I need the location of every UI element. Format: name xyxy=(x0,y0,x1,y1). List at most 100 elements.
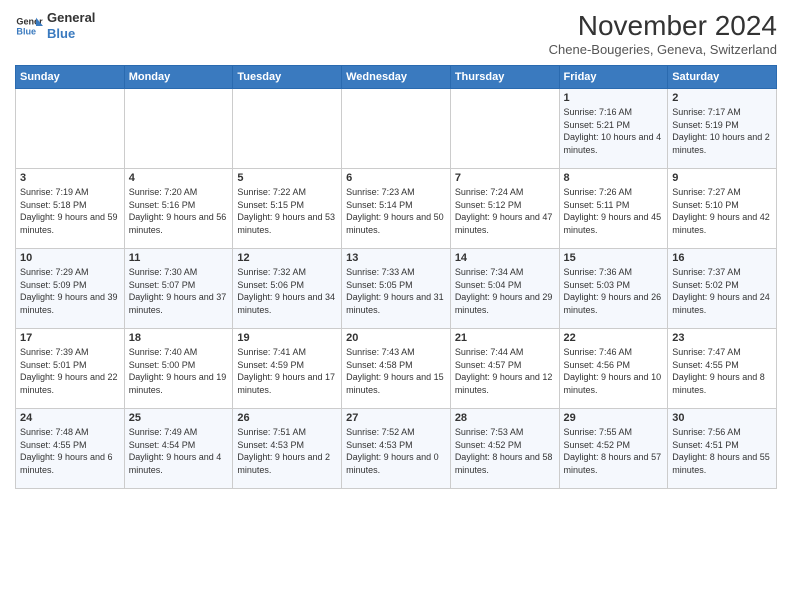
day-info: Sunrise: 7:27 AM Sunset: 5:10 PM Dayligh… xyxy=(672,186,772,236)
day-number: 15 xyxy=(564,252,664,264)
calendar-cell: 23 Sunrise: 7:47 AM Sunset: 4:55 PM Dayli… xyxy=(668,329,777,409)
calendar-cell: 17 Sunrise: 7:39 AM Sunset: 5:01 PM Dayli… xyxy=(16,329,125,409)
day-number: 9 xyxy=(672,172,772,184)
day-info: Sunrise: 7:55 AM Sunset: 4:52 PM Dayligh… xyxy=(564,426,664,476)
calendar-body: 1 Sunrise: 7:16 AM Sunset: 5:21 PM Daylig… xyxy=(16,89,777,489)
day-number: 25 xyxy=(129,412,229,424)
day-info: Sunrise: 7:46 AM Sunset: 4:56 PM Dayligh… xyxy=(564,346,664,396)
day-number: 6 xyxy=(346,172,446,184)
day-info: Sunrise: 7:49 AM Sunset: 4:54 PM Dayligh… xyxy=(129,426,229,476)
calendar-cell xyxy=(16,89,125,169)
calendar-cell: 10Sunrise: 7:29 AM Sunset: 5:09 PM Dayli… xyxy=(16,249,125,329)
th-thursday: Thursday xyxy=(450,66,559,89)
day-info: Sunrise: 7:34 AM Sunset: 5:04 PM Dayligh… xyxy=(455,266,555,316)
day-number: 4 xyxy=(129,172,229,184)
header: General Blue General Blue November 2024 … xyxy=(15,10,777,57)
month-title: November 2024 xyxy=(549,10,777,42)
day-number: 16 xyxy=(672,252,772,264)
day-number: 18 xyxy=(129,332,229,344)
day-number: 29 xyxy=(564,412,664,424)
calendar-cell: 19Sunrise: 7:41 AM Sunset: 4:59 PM Dayli… xyxy=(233,329,342,409)
logo-icon: General Blue xyxy=(15,12,43,40)
day-number: 11 xyxy=(129,252,229,264)
calendar-cell: 12 Sunrise: 7:32 AM Sunset: 5:06 PM Dayli… xyxy=(233,249,342,329)
calendar-cell: 1 Sunrise: 7:16 AM Sunset: 5:21 PM Daylig… xyxy=(559,89,668,169)
day-info: Sunrise: 7:20 AM Sunset: 5:16 PM Dayligh… xyxy=(129,186,229,236)
day-number: 30 xyxy=(672,412,772,424)
calendar-cell xyxy=(233,89,342,169)
day-info: Sunrise: 7:32 AM Sunset: 5:06 PM Dayligh… xyxy=(237,266,337,316)
logo-text: General Blue xyxy=(47,10,95,41)
calendar-week-3: 17 Sunrise: 7:39 AM Sunset: 5:01 PM Dayli… xyxy=(16,329,777,409)
calendar-cell xyxy=(342,89,451,169)
page: General Blue General Blue November 2024 … xyxy=(0,0,792,499)
day-info: Sunrise: 7:43 AM Sunset: 4:58 PM Dayligh… xyxy=(346,346,446,396)
day-number: 7 xyxy=(455,172,555,184)
location: Chene-Bougeries, Geneva, Switzerland xyxy=(549,42,777,57)
calendar-cell: 25 Sunrise: 7:49 AM Sunset: 4:54 PM Dayli… xyxy=(124,409,233,489)
day-info: Sunrise: 7:24 AM Sunset: 5:12 PM Dayligh… xyxy=(455,186,555,236)
calendar-cell: 15Sunrise: 7:36 AM Sunset: 5:03 PM Dayli… xyxy=(559,249,668,329)
calendar-week-1: 3 Sunrise: 7:19 AM Sunset: 5:18 PM Daylig… xyxy=(16,169,777,249)
calendar-cell: 28Sunrise: 7:53 AM Sunset: 4:52 PM Dayli… xyxy=(450,409,559,489)
calendar-cell: 13 Sunrise: 7:33 AM Sunset: 5:05 PM Dayli… xyxy=(342,249,451,329)
day-number: 22 xyxy=(564,332,664,344)
th-friday: Friday xyxy=(559,66,668,89)
day-number: 17 xyxy=(20,332,120,344)
th-wednesday: Wednesday xyxy=(342,66,451,89)
day-info: Sunrise: 7:16 AM Sunset: 5:21 PM Dayligh… xyxy=(564,106,664,156)
calendar-cell: 22 Sunrise: 7:46 AM Sunset: 4:56 PM Dayli… xyxy=(559,329,668,409)
th-monday: Monday xyxy=(124,66,233,89)
th-saturday: Saturday xyxy=(668,66,777,89)
day-info: Sunrise: 7:51 AM Sunset: 4:53 PM Dayligh… xyxy=(237,426,337,476)
day-info: Sunrise: 7:19 AM Sunset: 5:18 PM Dayligh… xyxy=(20,186,120,236)
calendar-cell: 29 Sunrise: 7:55 AM Sunset: 4:52 PM Dayli… xyxy=(559,409,668,489)
calendar-cell: 21Sunrise: 7:44 AM Sunset: 4:57 PM Dayli… xyxy=(450,329,559,409)
day-number: 27 xyxy=(346,412,446,424)
day-info: Sunrise: 7:39 AM Sunset: 5:01 PM Dayligh… xyxy=(20,346,120,396)
day-number: 5 xyxy=(237,172,337,184)
day-number: 1 xyxy=(564,92,664,104)
day-number: 23 xyxy=(672,332,772,344)
calendar-cell: 9 Sunrise: 7:27 AM Sunset: 5:10 PM Daylig… xyxy=(668,169,777,249)
calendar-cell: 2Sunrise: 7:17 AM Sunset: 5:19 PM Daylig… xyxy=(668,89,777,169)
calendar-cell: 27 Sunrise: 7:52 AM Sunset: 4:53 PM Dayli… xyxy=(342,409,451,489)
calendar-cell: 11 Sunrise: 7:30 AM Sunset: 5:07 PM Dayli… xyxy=(124,249,233,329)
day-info: Sunrise: 7:44 AM Sunset: 4:57 PM Dayligh… xyxy=(455,346,555,396)
calendar-week-4: 24Sunrise: 7:48 AM Sunset: 4:55 PM Dayli… xyxy=(16,409,777,489)
calendar-header: Sunday Monday Tuesday Wednesday Thursday… xyxy=(16,66,777,89)
logo-line1: General xyxy=(47,10,95,26)
day-info: Sunrise: 7:52 AM Sunset: 4:53 PM Dayligh… xyxy=(346,426,446,476)
calendar-cell: 26 Sunrise: 7:51 AM Sunset: 4:53 PM Dayli… xyxy=(233,409,342,489)
calendar-cell: 20Sunrise: 7:43 AM Sunset: 4:58 PM Dayli… xyxy=(342,329,451,409)
day-info: Sunrise: 7:33 AM Sunset: 5:05 PM Dayligh… xyxy=(346,266,446,316)
calendar-cell: 5Sunrise: 7:22 AM Sunset: 5:15 PM Daylig… xyxy=(233,169,342,249)
day-info: Sunrise: 7:17 AM Sunset: 5:19 PM Dayligh… xyxy=(672,106,772,156)
day-info: Sunrise: 7:41 AM Sunset: 4:59 PM Dayligh… xyxy=(237,346,337,396)
day-info: Sunrise: 7:48 AM Sunset: 4:55 PM Dayligh… xyxy=(20,426,120,476)
day-info: Sunrise: 7:26 AM Sunset: 5:11 PM Dayligh… xyxy=(564,186,664,236)
day-number: 26 xyxy=(237,412,337,424)
day-info: Sunrise: 7:29 AM Sunset: 5:09 PM Dayligh… xyxy=(20,266,120,316)
calendar-cell: 16Sunrise: 7:37 AM Sunset: 5:02 PM Dayli… xyxy=(668,249,777,329)
calendar-cell: 14 Sunrise: 7:34 AM Sunset: 5:04 PM Dayli… xyxy=(450,249,559,329)
calendar-cell: 24Sunrise: 7:48 AM Sunset: 4:55 PM Dayli… xyxy=(16,409,125,489)
day-number: 3 xyxy=(20,172,120,184)
th-sunday: Sunday xyxy=(16,66,125,89)
header-row: Sunday Monday Tuesday Wednesday Thursday… xyxy=(16,66,777,89)
day-number: 12 xyxy=(237,252,337,264)
day-number: 13 xyxy=(346,252,446,264)
calendar-cell: 18Sunrise: 7:40 AM Sunset: 5:00 PM Dayli… xyxy=(124,329,233,409)
day-number: 8 xyxy=(564,172,664,184)
calendar-cell: 30 Sunrise: 7:56 AM Sunset: 4:51 PM Dayli… xyxy=(668,409,777,489)
calendar-cell xyxy=(450,89,559,169)
day-number: 28 xyxy=(455,412,555,424)
logo: General Blue General Blue xyxy=(15,10,95,41)
calendar-cell: 6Sunrise: 7:23 AM Sunset: 5:14 PM Daylig… xyxy=(342,169,451,249)
day-info: Sunrise: 7:56 AM Sunset: 4:51 PM Dayligh… xyxy=(672,426,772,476)
day-info: Sunrise: 7:30 AM Sunset: 5:07 PM Dayligh… xyxy=(129,266,229,316)
day-info: Sunrise: 7:47 AM Sunset: 4:55 PM Dayligh… xyxy=(672,346,772,396)
day-number: 14 xyxy=(455,252,555,264)
svg-text:Blue: Blue xyxy=(16,26,36,36)
th-tuesday: Tuesday xyxy=(233,66,342,89)
